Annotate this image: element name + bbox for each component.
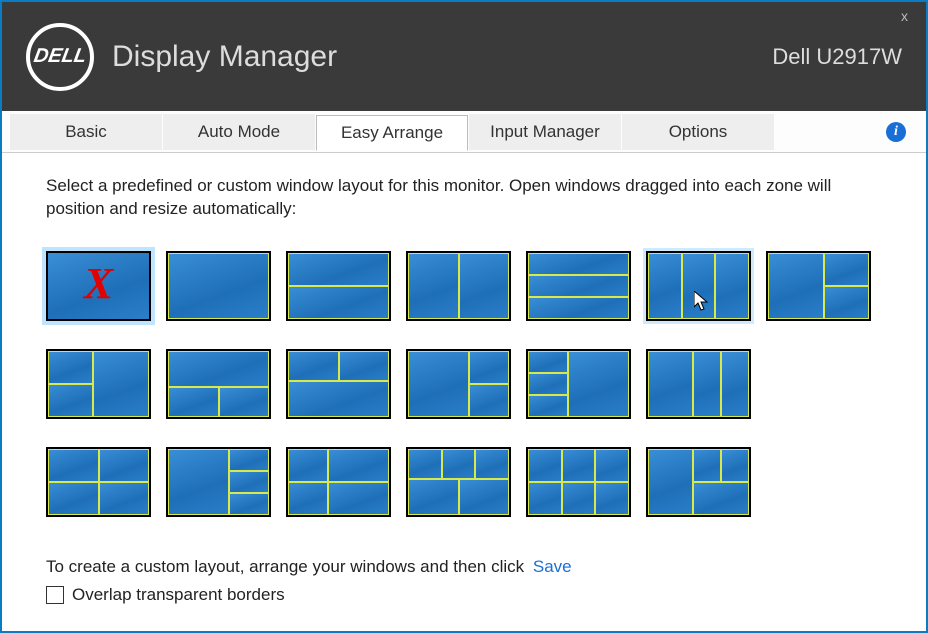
none-x-icon: X	[84, 258, 113, 309]
tab-options[interactable]: Options	[622, 114, 774, 150]
close-button[interactable]: x	[901, 8, 908, 24]
tab-auto-mode[interactable]: Auto Mode	[163, 114, 315, 150]
monitor-model: Dell U2917W	[772, 44, 902, 70]
layout-option-bigleft-2top-1bottom[interactable]	[646, 447, 751, 517]
layout-option-2left-bigright[interactable]	[46, 349, 151, 419]
layout-grid: X	[46, 251, 882, 517]
title-bar: DELL Display Manager Dell U2917W x	[2, 2, 926, 111]
layout-option-quad[interactable]	[46, 447, 151, 517]
layout-option-quad-tall-left[interactable]	[286, 447, 391, 517]
overlap-label: Overlap transparent borders	[72, 585, 285, 605]
layout-option-bigleft-2right[interactable]	[766, 251, 871, 321]
tab-bar: BasicAuto ModeEasy ArrangeInput ManagerO…	[2, 111, 926, 153]
layout-option-2top-bigbottom[interactable]	[286, 349, 391, 419]
tab-input-manager[interactable]: Input Manager	[469, 114, 621, 150]
app-title: Display Manager	[112, 40, 337, 74]
tab-basic[interactable]: Basic	[10, 114, 162, 150]
layout-option-h3[interactable]	[526, 251, 631, 321]
save-link[interactable]: Save	[533, 557, 572, 576]
custom-layout-text: To create a custom layout, arrange your …	[46, 557, 524, 576]
layout-option-3top-2bottom[interactable]	[406, 447, 511, 517]
layout-option-bigleft-2right-b[interactable]	[406, 349, 511, 419]
layout-option-full[interactable]	[166, 251, 271, 321]
tab-easy-arrange[interactable]: Easy Arrange	[316, 115, 468, 151]
layout-option-v2[interactable]	[406, 251, 511, 321]
overlap-checkbox[interactable]	[46, 586, 64, 604]
layout-option-h2[interactable]	[286, 251, 391, 321]
layout-option-v3-wideleft[interactable]	[646, 349, 751, 419]
footer: To create a custom layout, arrange your …	[46, 557, 882, 605]
layout-option-v3[interactable]	[646, 251, 751, 321]
dell-logo-text: DELL	[32, 45, 88, 68]
dell-logo-icon: DELL	[26, 23, 94, 91]
description-text: Select a predefined or custom window lay…	[46, 175, 882, 221]
tab-content-easy-arrange: Select a predefined or custom window lay…	[2, 153, 926, 617]
info-icon[interactable]: i	[886, 122, 906, 142]
layout-option-none[interactable]: X	[46, 251, 151, 321]
layout-option-3left-bigright[interactable]	[526, 349, 631, 419]
layout-option-2x3[interactable]	[526, 447, 631, 517]
layout-option-bigtop-2bottom[interactable]	[166, 349, 271, 419]
layout-option-bigleft-3right[interactable]	[166, 447, 271, 517]
